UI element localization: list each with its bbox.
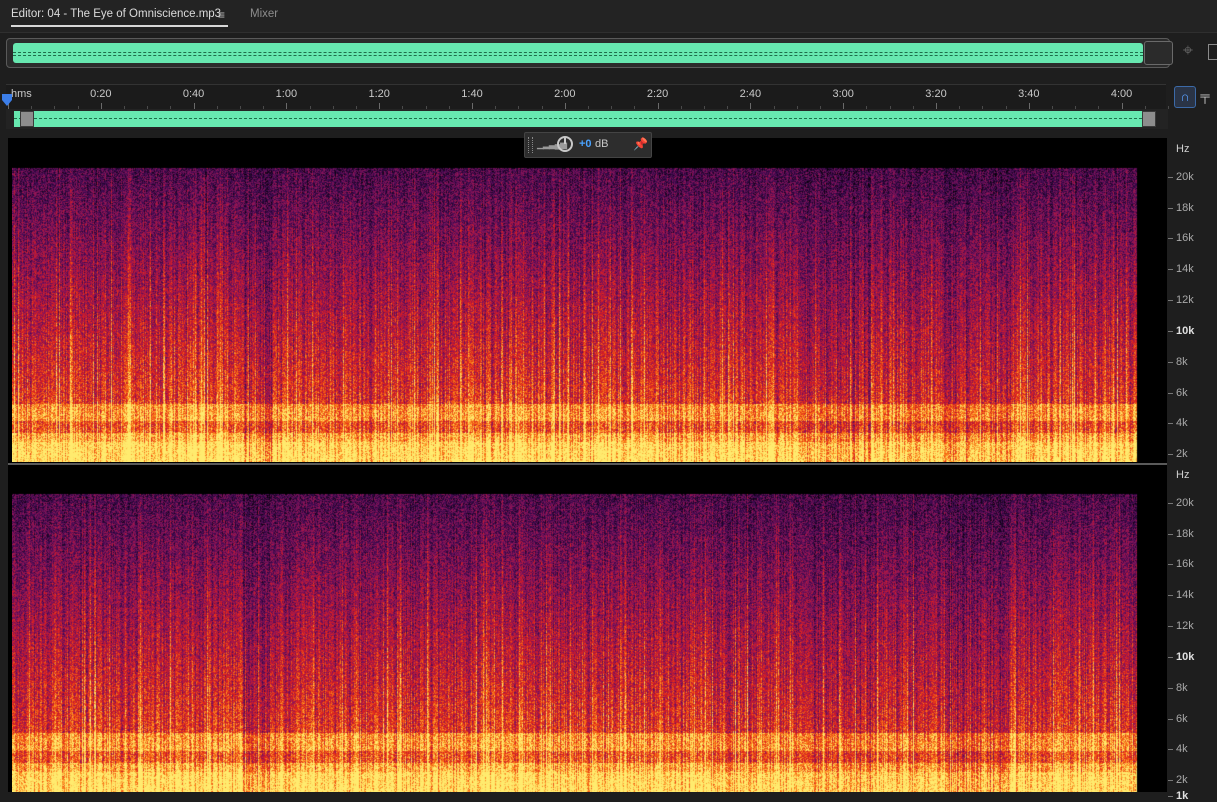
frequency-tick [1168, 238, 1173, 240]
zoom-handle-left[interactable] [20, 111, 34, 127]
ruler-label: 1:20 [368, 88, 390, 100]
frequency-scale-right-channel[interactable]: Hz 20k 18k 16k 14k 12k 10k 8k 6k 4k 2k 1k [1168, 465, 1217, 802]
frequency-label: 14k [1176, 589, 1194, 602]
frequency-label: 2k [1176, 448, 1188, 461]
frequency-label: 16k [1176, 232, 1194, 245]
overview-viewport-handle[interactable] [1144, 41, 1173, 65]
frequency-tick [1168, 718, 1173, 720]
spectrogram-channel-right[interactable] [12, 466, 1140, 792]
ruler-label: 3:40 [1018, 88, 1040, 100]
frequency-tick [1168, 207, 1173, 209]
zoom-navigator-bar[interactable] [6, 109, 1168, 129]
frequency-label: 16k [1176, 558, 1194, 571]
spectral-frequency-display[interactable] [8, 138, 1167, 792]
frequency-tick [1168, 392, 1173, 394]
frequency-unit-label: Hz [1176, 143, 1190, 155]
frequency-label: 12k [1176, 620, 1194, 633]
ruler-tick [1168, 106, 1169, 109]
frequency-tick [1168, 564, 1173, 566]
ruler-label: 3:00 [832, 88, 854, 100]
frequency-tick [1168, 687, 1173, 689]
hud-gain-value[interactable]: +0 [579, 138, 592, 150]
ruler-label: 1:40 [461, 88, 483, 100]
frequency-label: 20k [1176, 496, 1194, 509]
active-tab-underline [11, 25, 228, 27]
frequency-tick [1168, 749, 1173, 751]
frequency-tick [1168, 361, 1173, 363]
overview-waveform-navigator[interactable] [6, 38, 1173, 68]
tab-mixer[interactable]: Mixer [250, 8, 278, 20]
volume-knob-icon[interactable] [557, 136, 573, 152]
frequency-label: 14k [1176, 263, 1194, 276]
channel-divider [8, 463, 1167, 465]
frequency-label: 6k [1176, 386, 1188, 399]
frequency-label: 1k [1176, 789, 1189, 802]
ruler-label: 0:20 [90, 88, 112, 100]
ruler-label: 3:20 [925, 88, 947, 100]
frequency-label: 8k [1176, 355, 1188, 368]
pin-icon[interactable]: 📌 [633, 137, 648, 151]
frequency-label: 4k [1176, 417, 1188, 430]
hamburger-menu-icon[interactable]: ≡ [218, 8, 225, 22]
ruler-unit-label: hms [11, 88, 32, 100]
panel-menu-icon[interactable] [1208, 44, 1217, 60]
frequency-tick [1168, 330, 1173, 332]
frequency-tick [1168, 780, 1173, 782]
frequency-label: 10k [1176, 324, 1195, 337]
hud-gain-unit: dB [595, 138, 609, 150]
crosshair-icon[interactable]: ⌖ [1178, 40, 1198, 60]
time-ruler[interactable]: hms 0:20 0:40 1:00 1:20 1:40 2:00 2:20 2:40 3:00… [6, 84, 1169, 109]
amplitude-hud[interactable]: ▁▂▃▄▅ +0 dB 📌 [524, 132, 652, 158]
snapping-magnet-icon[interactable]: ∩ [1174, 86, 1196, 108]
frequency-label: 12k [1176, 294, 1194, 307]
panel-tab-bar: Editor: 04 - The Eye of Omniscience.mp3 … [0, 0, 1217, 33]
tab-editor[interactable]: Editor: 04 - The Eye of Omniscience.mp3 [11, 8, 221, 20]
overview-waveform [13, 43, 1143, 63]
zoom-handle-right[interactable] [1142, 111, 1156, 127]
marker-pin-icon[interactable]: ╤ [1198, 86, 1212, 106]
frequency-label: 20k [1176, 170, 1194, 183]
frequency-label: 10k [1176, 650, 1195, 663]
ruler-label: 1:00 [275, 88, 298, 100]
ruler-label: 4:00 [1110, 88, 1133, 100]
frequency-label: 4k [1176, 743, 1188, 756]
frequency-tick [1168, 533, 1173, 535]
frequency-label: 8k [1176, 681, 1188, 694]
frequency-scale-left-channel[interactable]: Hz 20k18k16k14k12k10k8k6k4k2k1k [1168, 139, 1217, 476]
frequency-tick [1168, 626, 1173, 628]
playhead-marker-icon[interactable] [2, 94, 12, 106]
ruler-label: 2:40 [739, 88, 762, 100]
frequency-label: 18k [1176, 527, 1194, 540]
frequency-tick [1168, 423, 1173, 425]
frequency-tick [1168, 502, 1173, 504]
frequency-label: 6k [1176, 712, 1188, 725]
frequency-tick [1168, 656, 1173, 658]
frequency-tick [1168, 454, 1173, 456]
hud-drag-grip[interactable] [528, 137, 533, 153]
frequency-tick [1168, 300, 1173, 302]
zoom-waveform [14, 111, 1142, 127]
spectrogram-channel-left[interactable] [12, 140, 1140, 462]
frequency-label: 2k [1176, 774, 1188, 787]
frequency-tick [1168, 795, 1173, 797]
ruler-label: 0:40 [182, 88, 205, 100]
frequency-tick [1168, 595, 1173, 597]
frequency-tick [1168, 176, 1173, 178]
frequency-unit-label: Hz [1176, 469, 1190, 481]
ruler-label: 2:00 [554, 88, 576, 100]
frequency-tick [1168, 269, 1173, 271]
ruler-label: 2:20 [646, 88, 669, 100]
frequency-label: 18k [1176, 201, 1194, 214]
